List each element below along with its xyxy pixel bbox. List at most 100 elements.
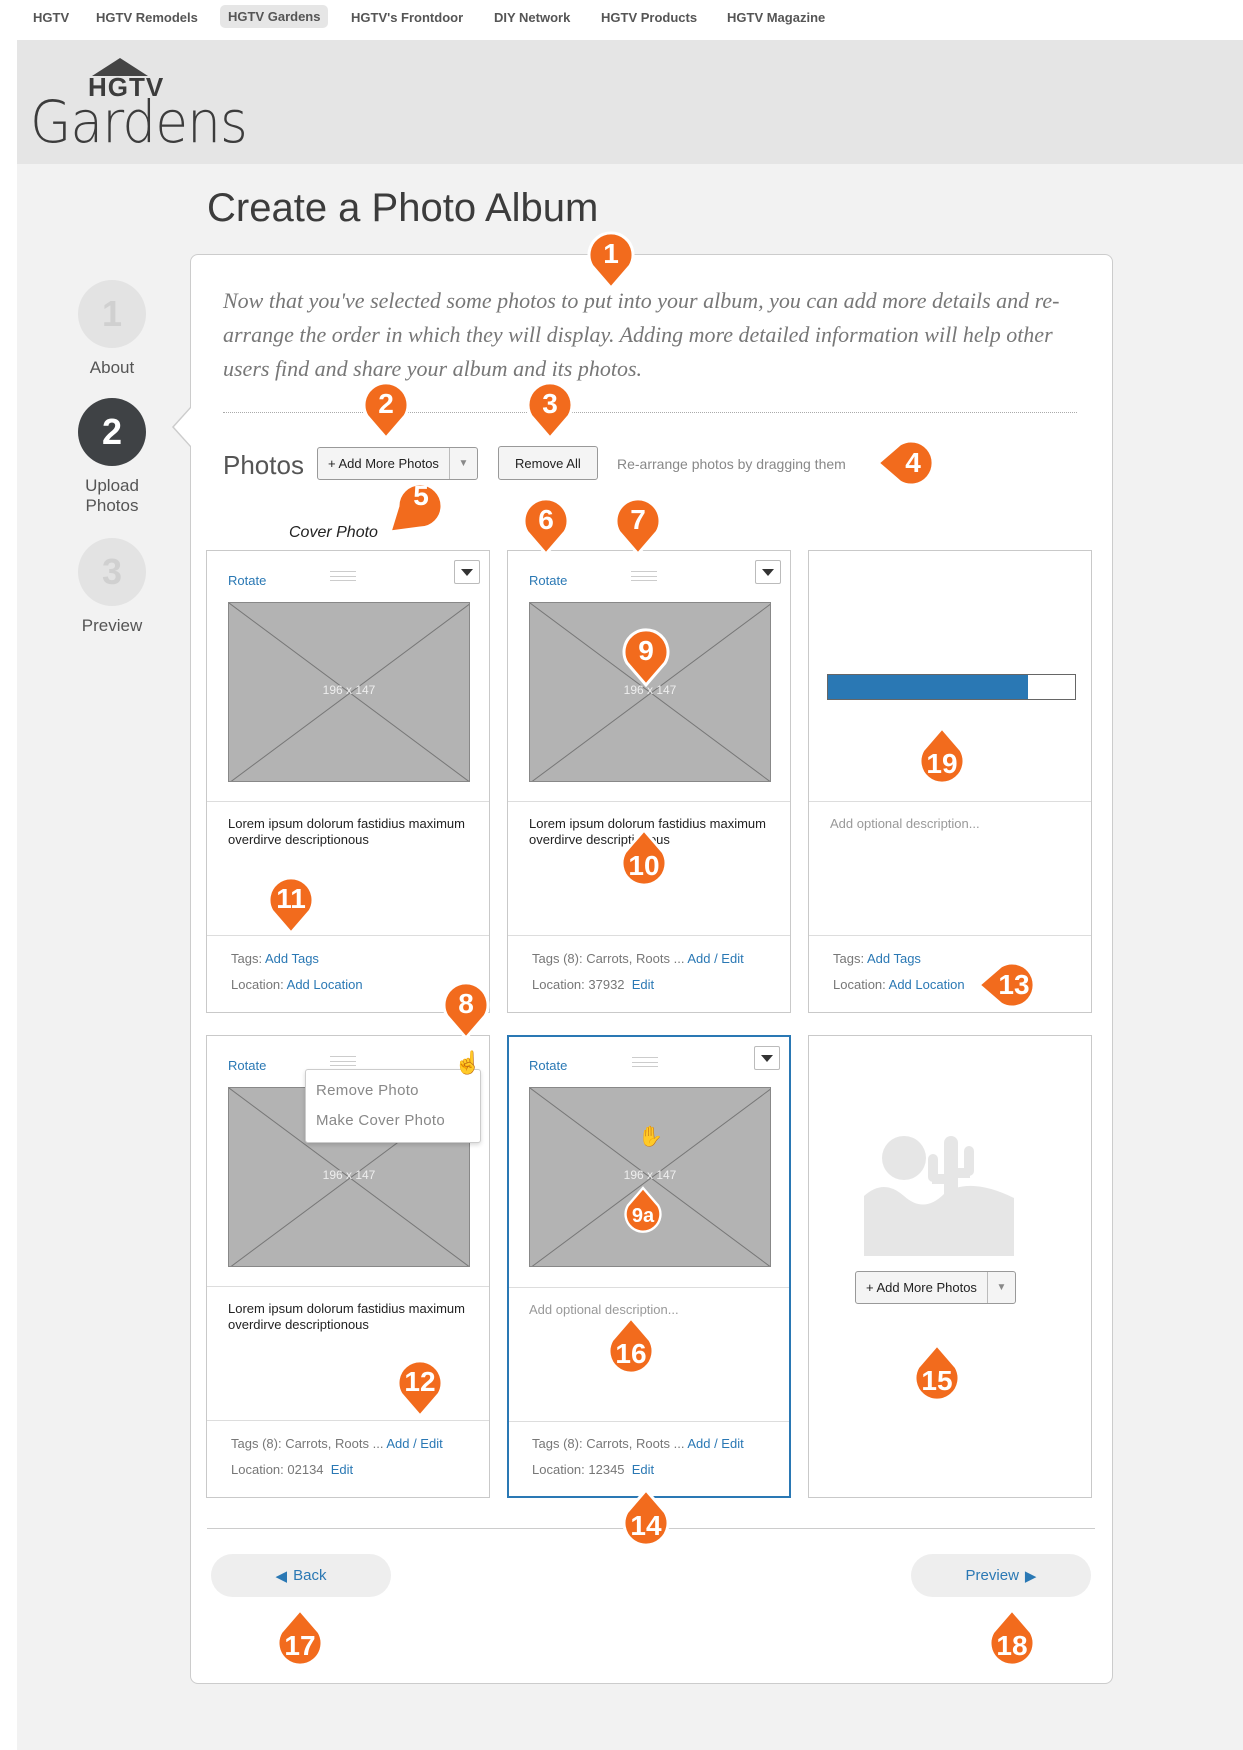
photo-tags: Tags: Add Tags (231, 951, 319, 966)
marker-label: 7 (630, 504, 646, 535)
edit-location-link[interactable]: Edit (331, 1462, 353, 1477)
photo-description[interactable]: Lorem ipsum dolorum fastidius maximum ov… (228, 816, 468, 848)
card-menu-button[interactable] (754, 1046, 780, 1070)
preview-button[interactable]: Preview ▶ (911, 1554, 1091, 1597)
step-preview[interactable]: 3 Preview (78, 538, 146, 636)
drag-handle-icon[interactable] (330, 1056, 356, 1066)
add-tags-link[interactable]: Add Tags (265, 951, 319, 966)
marker-label: 14 (630, 1510, 662, 1541)
topnav-diy-network[interactable]: DIY Network (494, 10, 570, 25)
location-prefix: Location: (231, 1462, 288, 1477)
add-photos-card[interactable]: + Add More Photos ▼ (808, 1035, 1092, 1498)
logo-name[interactable]: Gardens (30, 88, 248, 156)
topnav-hgtv-products[interactable]: HGTV Products (601, 10, 697, 25)
location-prefix: Location: (532, 977, 589, 992)
topnav-hgtv-magazine[interactable]: HGTV Magazine (727, 10, 825, 25)
marker-label: 2 (378, 388, 394, 419)
photo-card-selected[interactable]: Rotate 196 x 147 Add optional descriptio… (507, 1035, 791, 1498)
location-value: 37932 (588, 977, 632, 992)
remove-all-button[interactable]: Remove All (498, 446, 598, 480)
step-about[interactable]: 1 About (78, 280, 146, 378)
annotation-marker: 9a (620, 1186, 666, 1234)
add-tags-link[interactable]: Add Tags (867, 951, 921, 966)
edit-tags-link[interactable]: Add / Edit (687, 951, 743, 966)
photo-location: Location: 12345 Edit (532, 1462, 654, 1477)
drag-handle-icon[interactable] (632, 1057, 658, 1067)
annotation-marker: 5 (387, 476, 446, 534)
drag-handle-icon[interactable] (330, 571, 356, 581)
divider (207, 801, 489, 802)
marker-label: 3 (542, 388, 558, 419)
add-location-link[interactable]: Add Location (889, 977, 965, 992)
chevron-down-icon[interactable]: ▼ (986, 1272, 1015, 1303)
edit-tags-link[interactable]: Add / Edit (687, 1436, 743, 1451)
topnav-hgtv-frontdoor[interactable]: HGTV's Frontdoor (351, 10, 463, 25)
edit-tags-link[interactable]: Add / Edit (386, 1436, 442, 1451)
marker-label: 10 (628, 850, 660, 881)
top-navigation: HGTV HGTV Remodels HGTV Gardens HGTV's F… (0, 0, 1243, 36)
tags-prefix: Tags: (833, 951, 867, 966)
location-prefix: Location: (833, 977, 889, 992)
add-more-photos-label[interactable]: + Add More Photos (856, 1272, 987, 1303)
annotation-marker: 17 (271, 1607, 329, 1668)
upload-progress-bar (827, 674, 1076, 700)
rotate-link[interactable]: Rotate (529, 573, 567, 588)
edit-location-link[interactable]: Edit (632, 977, 654, 992)
page-title: Create a Photo Album (207, 186, 599, 230)
marker-label: 4 (905, 447, 921, 478)
description-input[interactable]: Add optional description... (830, 816, 1070, 832)
annotation-marker: 13 (976, 956, 1037, 1014)
upload-progress-fill (828, 675, 1029, 699)
photo-tags: Tags (8): Carrots, Roots ... Add / Edit (532, 951, 744, 966)
annotation-marker: 8 (437, 980, 495, 1041)
add-more-photos-button[interactable]: + Add More Photos ▼ (855, 1271, 1016, 1304)
back-button[interactable]: ◀ Back (211, 1554, 391, 1597)
photos-heading: Photos (223, 450, 304, 480)
photo-dimensions: 196 x 147 (322, 1168, 376, 1182)
rotate-link[interactable]: Rotate (529, 1058, 567, 1073)
drag-handle-icon[interactable] (631, 571, 657, 581)
annotation-marker: 19 (913, 725, 971, 786)
marker-label: 5 (413, 480, 429, 511)
back-label: Back (293, 1567, 327, 1584)
marker-label: 6 (538, 504, 554, 535)
tags-value: Carrots, Roots ... (586, 951, 688, 966)
landscape-image-icon (864, 1136, 1014, 1256)
topnav-hgtv[interactable]: HGTV (33, 10, 69, 25)
step-label: Preview (81, 616, 143, 635)
add-more-photos-label[interactable]: + Add More Photos (318, 448, 449, 479)
photo-description[interactable]: Lorem ipsum dolorum fastidius maximum ov… (228, 1301, 468, 1333)
add-location-link[interactable]: Add Location (287, 977, 363, 992)
remove-photo-option[interactable]: Remove Photo (316, 1082, 419, 1099)
rotate-link[interactable]: Rotate (228, 1058, 266, 1073)
photo-placeholder[interactable]: 196 x 147 (529, 1087, 771, 1267)
marker-label: 9 (638, 635, 654, 666)
make-cover-photo-option[interactable]: Make Cover Photo (316, 1112, 445, 1129)
photo-location: Location: Add Location (833, 977, 965, 992)
tags-value: Carrots, Roots ... (586, 1436, 688, 1451)
location-prefix: Location: (532, 1462, 589, 1477)
photo-tags: Tags (8): Carrots, Roots ... Add / Edit (532, 1436, 744, 1451)
annotation-marker: 18 (983, 1607, 1041, 1668)
annotation-marker: 14 (617, 1487, 675, 1548)
photo-card[interactable]: Rotate 196 x 147 Lorem ipsum dolorum fas… (206, 550, 490, 1013)
edit-location-link[interactable]: Edit (632, 1462, 654, 1477)
card-menu-button[interactable] (454, 560, 480, 584)
card-menu-button[interactable] (755, 560, 781, 584)
photo-dimensions: 196 x 147 (623, 1168, 677, 1182)
topnav-hgtv-gardens[interactable]: HGTV Gardens (220, 5, 329, 28)
photo-card[interactable]: Rotate 196 x 147 Lorem ipsum dolorum fas… (507, 550, 791, 1013)
photo-location: Location: 37932 Edit (532, 977, 654, 992)
step-label: Upload Photos (85, 476, 139, 515)
rotate-link[interactable]: Rotate (228, 573, 266, 588)
marker-label: 17 (284, 1630, 316, 1661)
description-input[interactable]: Add optional description... (529, 1302, 769, 1318)
marker-label: 11 (276, 883, 306, 914)
step-upload-photos[interactable]: 2 Upload Photos (78, 398, 146, 516)
step-label: About (89, 358, 135, 377)
chevron-down-icon[interactable]: ▼ (448, 448, 477, 479)
topnav-hgtv-remodels[interactable]: HGTV Remodels (96, 10, 198, 25)
annotation-marker: 1 (582, 230, 640, 291)
divider (508, 935, 790, 936)
divider (207, 1420, 489, 1421)
